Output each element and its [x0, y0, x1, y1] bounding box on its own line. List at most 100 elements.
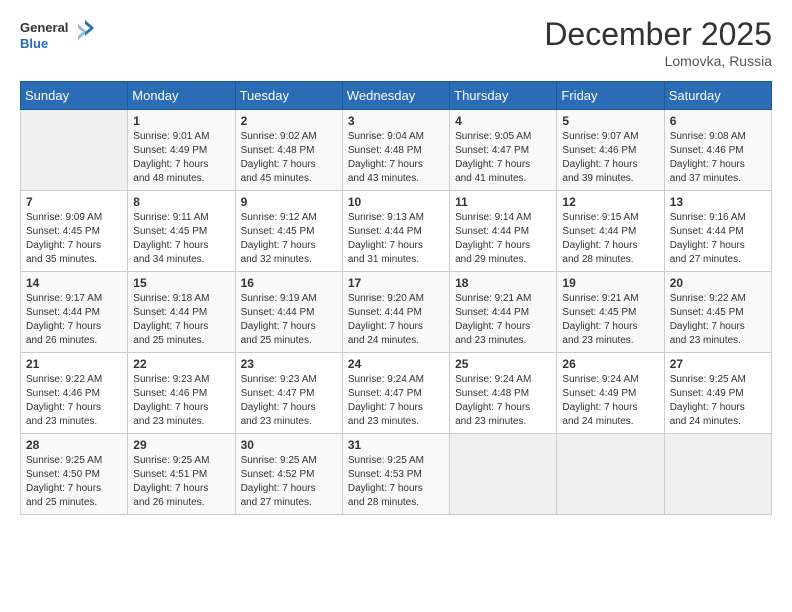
- day-number: 6: [670, 114, 766, 128]
- day-number: 14: [26, 276, 122, 290]
- table-row: 22 Sunrise: 9:23 AM Sunset: 4:46 PM Dayli…: [128, 353, 235, 434]
- day-number: 12: [562, 195, 658, 209]
- table-row: 16 Sunrise: 9:19 AM Sunset: 4:44 PM Dayli…: [235, 272, 342, 353]
- svg-text:General: General: [20, 20, 68, 35]
- page: General Blue December 2025 Lomovka, Russ…: [0, 0, 792, 612]
- day-info: Sunrise: 9:07 AM Sunset: 4:46 PM Dayligh…: [562, 130, 658, 186]
- header-tuesday: Tuesday: [235, 82, 342, 110]
- table-row: 31 Sunrise: 9:25 AM Sunset: 4:53 PM Dayli…: [342, 434, 449, 515]
- table-row: 6 Sunrise: 9:08 AM Sunset: 4:46 PM Daylig…: [664, 110, 771, 191]
- table-row: 7 Sunrise: 9:09 AM Sunset: 4:45 PM Daylig…: [21, 191, 128, 272]
- table-row: 15 Sunrise: 9:18 AM Sunset: 4:44 PM Dayli…: [128, 272, 235, 353]
- table-row: 14 Sunrise: 9:17 AM Sunset: 4:44 PM Dayli…: [21, 272, 128, 353]
- day-number: 19: [562, 276, 658, 290]
- header-sunday: Sunday: [21, 82, 128, 110]
- calendar-table: Sunday Monday Tuesday Wednesday Thursday…: [20, 81, 772, 515]
- table-row: 18 Sunrise: 9:21 AM Sunset: 4:44 PM Dayli…: [450, 272, 557, 353]
- table-row: 24 Sunrise: 9:24 AM Sunset: 4:47 PM Dayli…: [342, 353, 449, 434]
- day-number: 16: [241, 276, 337, 290]
- table-row: 3 Sunrise: 9:04 AM Sunset: 4:48 PM Daylig…: [342, 110, 449, 191]
- day-number: 5: [562, 114, 658, 128]
- logo: General Blue: [20, 16, 100, 56]
- day-info: Sunrise: 9:04 AM Sunset: 4:48 PM Dayligh…: [348, 130, 444, 186]
- title-block: December 2025 Lomovka, Russia: [544, 16, 772, 69]
- logo-svg: General Blue: [20, 16, 100, 56]
- day-info: Sunrise: 9:05 AM Sunset: 4:47 PM Dayligh…: [455, 130, 551, 186]
- table-row: [664, 434, 771, 515]
- day-info: Sunrise: 9:17 AM Sunset: 4:44 PM Dayligh…: [26, 292, 122, 348]
- table-row: 21Sunrise: 9:22 AM Sunset: 4:46 PM Dayli…: [21, 353, 128, 434]
- day-number: 29: [133, 438, 229, 452]
- day-number: 24: [348, 357, 444, 371]
- table-row: 23Sunrise: 9:23 AM Sunset: 4:47 PM Dayli…: [235, 353, 342, 434]
- week-row-4: 21Sunrise: 9:22 AM Sunset: 4:46 PM Dayli…: [21, 353, 772, 434]
- day-info: Sunrise: 9:01 AM Sunset: 4:49 PM Dayligh…: [133, 130, 229, 186]
- day-number: 13: [670, 195, 766, 209]
- table-row: 12 Sunrise: 9:15 AM Sunset: 4:44 PM Dayli…: [557, 191, 664, 272]
- day-number: 8: [133, 195, 229, 209]
- table-row: 4 Sunrise: 9:05 AM Sunset: 4:47 PM Daylig…: [450, 110, 557, 191]
- day-number: 27: [670, 357, 766, 371]
- day-info: Sunrise: 9:22 AM Sunset: 4:45 PM Dayligh…: [670, 292, 766, 348]
- weekday-header-row: Sunday Monday Tuesday Wednesday Thursday…: [21, 82, 772, 110]
- day-number: 28: [26, 438, 122, 452]
- table-row: 10 Sunrise: 9:13 AM Sunset: 4:44 PM Dayli…: [342, 191, 449, 272]
- day-info: Sunrise: 9:23 AM Sunset: 4:46 PM Dayligh…: [133, 373, 229, 429]
- table-row: 8 Sunrise: 9:11 AM Sunset: 4:45 PM Daylig…: [128, 191, 235, 272]
- day-info: Sunrise: 9:02 AM Sunset: 4:48 PM Dayligh…: [241, 130, 337, 186]
- table-row: 13 Sunrise: 9:16 AM Sunset: 4:44 PM Dayli…: [664, 191, 771, 272]
- table-row: 9 Sunrise: 9:12 AM Sunset: 4:45 PM Daylig…: [235, 191, 342, 272]
- day-info: Sunrise: 9:24 AM Sunset: 4:49 PM Dayligh…: [562, 373, 658, 429]
- table-row: 5 Sunrise: 9:07 AM Sunset: 4:46 PM Daylig…: [557, 110, 664, 191]
- day-number: 10: [348, 195, 444, 209]
- day-number: 3: [348, 114, 444, 128]
- day-number: 4: [455, 114, 551, 128]
- day-info: Sunrise: 9:25 AM Sunset: 4:49 PM Dayligh…: [670, 373, 766, 429]
- day-info: Sunrise: 9:14 AM Sunset: 4:44 PM Dayligh…: [455, 211, 551, 267]
- week-row-1: 1 Sunrise: 9:01 AM Sunset: 4:49 PM Daylig…: [21, 110, 772, 191]
- day-number: 31: [348, 438, 444, 452]
- table-row: 25 Sunrise: 9:24 AM Sunset: 4:48 PM Dayli…: [450, 353, 557, 434]
- day-info: Sunrise: 9:16 AM Sunset: 4:44 PM Dayligh…: [670, 211, 766, 267]
- day-number: 23: [241, 357, 337, 371]
- month-title: December 2025: [544, 16, 772, 53]
- day-info: Sunrise: 9:21 AM Sunset: 4:44 PM Dayligh…: [455, 292, 551, 348]
- day-number: 9: [241, 195, 337, 209]
- table-row: 29 Sunrise: 9:25 AM Sunset: 4:51 PM Dayli…: [128, 434, 235, 515]
- header-monday: Monday: [128, 82, 235, 110]
- day-info: Sunrise: 9:18 AM Sunset: 4:44 PM Dayligh…: [133, 292, 229, 348]
- day-info: Sunrise: 9:22 AM Sunset: 4:46 PM Dayligh…: [26, 373, 122, 429]
- week-row-3: 14 Sunrise: 9:17 AM Sunset: 4:44 PM Dayli…: [21, 272, 772, 353]
- day-number: 1: [133, 114, 229, 128]
- week-row-5: 28 Sunrise: 9:25 AM Sunset: 4:50 PM Dayli…: [21, 434, 772, 515]
- day-info: Sunrise: 9:25 AM Sunset: 4:50 PM Dayligh…: [26, 454, 122, 510]
- day-info: Sunrise: 9:25 AM Sunset: 4:53 PM Dayligh…: [348, 454, 444, 510]
- table-row: 2Sunrise: 9:02 AM Sunset: 4:48 PM Daylig…: [235, 110, 342, 191]
- day-info: Sunrise: 9:19 AM Sunset: 4:44 PM Dayligh…: [241, 292, 337, 348]
- day-number: 15: [133, 276, 229, 290]
- day-info: Sunrise: 9:15 AM Sunset: 4:44 PM Dayligh…: [562, 211, 658, 267]
- day-info: Sunrise: 9:08 AM Sunset: 4:46 PM Dayligh…: [670, 130, 766, 186]
- day-info: Sunrise: 9:24 AM Sunset: 4:47 PM Dayligh…: [348, 373, 444, 429]
- header-thursday: Thursday: [450, 82, 557, 110]
- day-number: 22: [133, 357, 229, 371]
- day-number: 7: [26, 195, 122, 209]
- table-row: 1 Sunrise: 9:01 AM Sunset: 4:49 PM Daylig…: [128, 110, 235, 191]
- day-info: Sunrise: 9:11 AM Sunset: 4:45 PM Dayligh…: [133, 211, 229, 267]
- day-info: Sunrise: 9:25 AM Sunset: 4:51 PM Dayligh…: [133, 454, 229, 510]
- day-info: Sunrise: 9:24 AM Sunset: 4:48 PM Dayligh…: [455, 373, 551, 429]
- day-number: 11: [455, 195, 551, 209]
- day-number: 26: [562, 357, 658, 371]
- table-row: 17Sunrise: 9:20 AM Sunset: 4:44 PM Dayli…: [342, 272, 449, 353]
- table-row: [450, 434, 557, 515]
- table-row: 28 Sunrise: 9:25 AM Sunset: 4:50 PM Dayli…: [21, 434, 128, 515]
- day-number: 25: [455, 357, 551, 371]
- day-info: Sunrise: 9:09 AM Sunset: 4:45 PM Dayligh…: [26, 211, 122, 267]
- table-row: 30Sunrise: 9:25 AM Sunset: 4:52 PM Dayli…: [235, 434, 342, 515]
- day-info: Sunrise: 9:13 AM Sunset: 4:44 PM Dayligh…: [348, 211, 444, 267]
- header-saturday: Saturday: [664, 82, 771, 110]
- day-number: 18: [455, 276, 551, 290]
- table-row: [21, 110, 128, 191]
- day-info: Sunrise: 9:12 AM Sunset: 4:45 PM Dayligh…: [241, 211, 337, 267]
- table-row: 26 Sunrise: 9:24 AM Sunset: 4:49 PM Dayli…: [557, 353, 664, 434]
